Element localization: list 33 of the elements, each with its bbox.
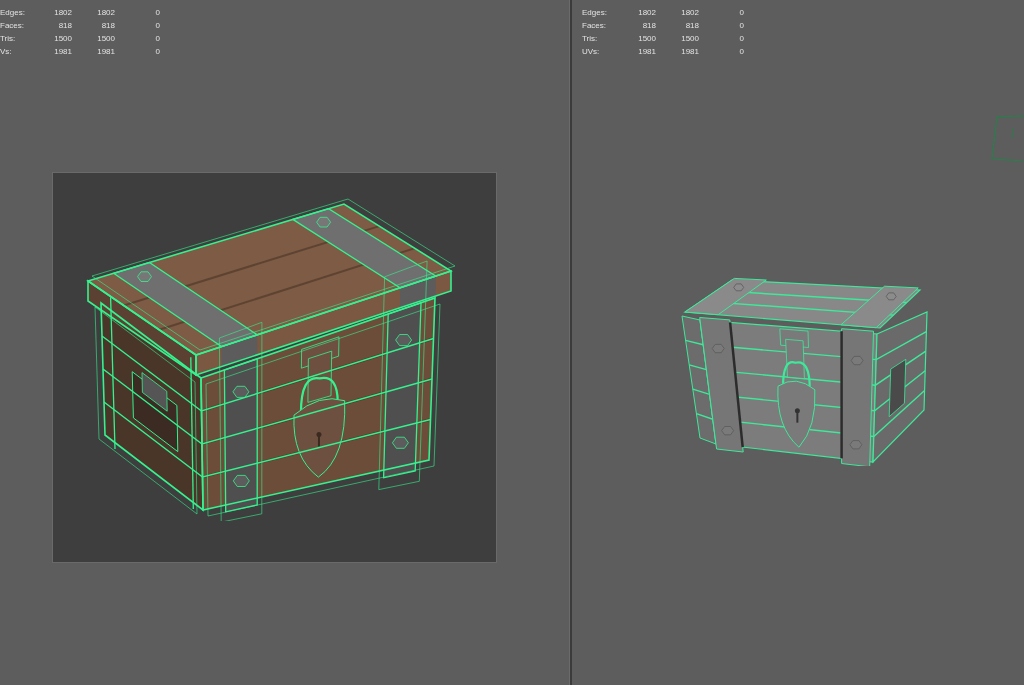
stat-value: 0	[154, 20, 160, 32]
stat-value: 1802	[637, 7, 656, 19]
stat-value: 0	[738, 46, 744, 58]
stat-value: 0	[154, 33, 160, 45]
stat-value: 818	[57, 20, 72, 32]
stat-value: 1802	[96, 7, 115, 19]
stat-value: 0	[738, 33, 744, 45]
stat-value: 1981	[53, 46, 72, 58]
stat-value: 0	[738, 20, 744, 32]
stat-value: 0	[738, 7, 744, 19]
stat-value: 818	[100, 20, 115, 32]
stat-label: Edges:	[582, 7, 608, 19]
stat-value: 1981	[680, 46, 699, 58]
stat-label: Edges:	[0, 7, 26, 19]
stat-label: Tris:	[0, 33, 17, 45]
stat-value: 1500	[53, 33, 72, 45]
stat-value: 1981	[637, 46, 656, 58]
stat-label: Faces:	[582, 20, 607, 32]
stat-value: 0	[154, 46, 160, 58]
stat-label: Tris:	[582, 33, 599, 45]
stat-value: 1802	[680, 7, 699, 19]
stat-value: 1981	[96, 46, 115, 58]
stat-value: 1500	[680, 33, 699, 45]
stat-value: 1500	[96, 33, 115, 45]
stat-label: Faces:	[0, 20, 25, 32]
stat-value: 1500	[637, 33, 656, 45]
wireframe-outline-drawing	[991, 115, 1024, 161]
stat-value: 0	[154, 7, 160, 19]
stat-label: Vs:	[0, 46, 13, 58]
stat-label: UVs:	[582, 46, 601, 58]
stat-value: 1802	[53, 7, 72, 19]
stat-value: 818	[684, 20, 699, 32]
stat-value: 818	[641, 20, 656, 32]
